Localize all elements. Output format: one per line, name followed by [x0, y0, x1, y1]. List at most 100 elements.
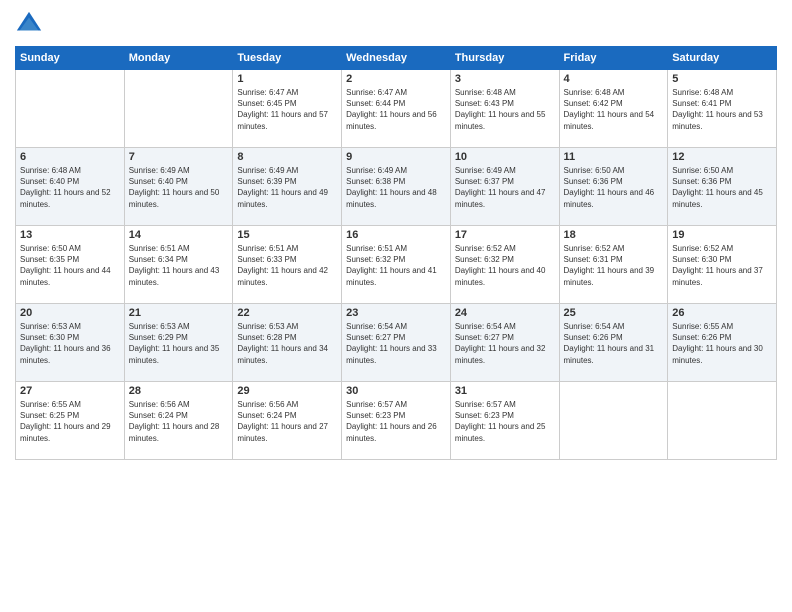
day-info: Sunrise: 6:49 AM Sunset: 6:40 PM Dayligh…: [129, 165, 229, 210]
calendar-cell: 14Sunrise: 6:51 AM Sunset: 6:34 PM Dayli…: [124, 226, 233, 304]
calendar-cell: 12 Sunrise: 6:50 AM Sunset: 6:36 PM Dayli…: [668, 148, 777, 226]
logo: [15, 10, 47, 38]
day-number: 25: [564, 307, 664, 319]
day-number: 4: [564, 73, 664, 85]
day-number: 20: [20, 307, 120, 319]
day-info: Sunrise: 6:53 AM Sunset: 6:30 PM Dayligh…: [20, 321, 120, 366]
weekday-header: Tuesday: [233, 47, 342, 70]
weekday-header-row: SundayMondayTuesdayWednesdayThursdayFrid…: [16, 47, 777, 70]
day-info: Sunrise: 6:55 AM Sunset: 6:25 PM Dayligh…: [20, 399, 120, 444]
day-info: Sunrise: 6:48 AM Sunset: 6:43 PM Dayligh…: [455, 87, 555, 132]
day-info: Sunrise: 6:48 AM Sunset: 6:42 PM Dayligh…: [564, 87, 664, 132]
calendar-week-row: 6Sunrise: 6:48 AM Sunset: 6:40 PM Daylig…: [16, 148, 777, 226]
day-number: 15: [237, 229, 337, 241]
calendar-cell: 27 Sunrise: 6:55 AM Sunset: 6:25 PM Dayli…: [16, 382, 125, 460]
calendar-cell: 16 Sunrise: 6:51 AM Sunset: 6:32 PM Dayli…: [342, 226, 451, 304]
day-number: 28: [129, 385, 229, 397]
day-number: 1: [237, 73, 337, 85]
day-info: Sunrise: 6:52 AM Sunset: 6:30 PM Dayligh…: [672, 243, 772, 288]
day-info: Sunrise: 6:47 AM Sunset: 6:44 PM Dayligh…: [346, 87, 446, 132]
calendar-cell: 22 Sunrise: 6:53 AM Sunset: 6:28 PM Dayli…: [233, 304, 342, 382]
calendar-cell: 5Sunrise: 6:48 AM Sunset: 6:41 PM Daylig…: [668, 70, 777, 148]
day-number: 19: [672, 229, 772, 241]
day-info: Sunrise: 6:57 AM Sunset: 6:23 PM Dayligh…: [346, 399, 446, 444]
day-info: Sunrise: 6:52 AM Sunset: 6:32 PM Dayligh…: [455, 243, 555, 288]
day-number: 26: [672, 307, 772, 319]
day-info: Sunrise: 6:56 AM Sunset: 6:24 PM Dayligh…: [237, 399, 337, 444]
day-info: Sunrise: 6:54 AM Sunset: 6:26 PM Dayligh…: [564, 321, 664, 366]
day-info: Sunrise: 6:52 AM Sunset: 6:31 PM Dayligh…: [564, 243, 664, 288]
day-info: Sunrise: 6:49 AM Sunset: 6:38 PM Dayligh…: [346, 165, 446, 210]
header: [15, 10, 777, 38]
calendar-cell: 20 Sunrise: 6:53 AM Sunset: 6:30 PM Dayli…: [16, 304, 125, 382]
day-number: 27: [20, 385, 120, 397]
day-number: 29: [237, 385, 337, 397]
calendar-week-row: 13Sunrise: 6:50 AM Sunset: 6:35 PM Dayli…: [16, 226, 777, 304]
calendar-cell: 19 Sunrise: 6:52 AM Sunset: 6:30 PM Dayli…: [668, 226, 777, 304]
calendar-cell: 29 Sunrise: 6:56 AM Sunset: 6:24 PM Dayli…: [233, 382, 342, 460]
calendar-cell: 13Sunrise: 6:50 AM Sunset: 6:35 PM Dayli…: [16, 226, 125, 304]
day-number: 11: [564, 151, 664, 163]
day-number: 24: [455, 307, 555, 319]
day-number: 10: [455, 151, 555, 163]
calendar-cell: 23Sunrise: 6:54 AM Sunset: 6:27 PM Dayli…: [342, 304, 451, 382]
calendar-cell: 15 Sunrise: 6:51 AM Sunset: 6:33 PM Dayli…: [233, 226, 342, 304]
day-number: 18: [564, 229, 664, 241]
day-info: Sunrise: 6:50 AM Sunset: 6:36 PM Dayligh…: [564, 165, 664, 210]
weekday-header: Sunday: [16, 47, 125, 70]
weekday-header: Thursday: [450, 47, 559, 70]
day-number: 6: [20, 151, 120, 163]
day-number: 12: [672, 151, 772, 163]
day-info: Sunrise: 6:47 AM Sunset: 6:45 PM Dayligh…: [237, 87, 337, 132]
day-number: 30: [346, 385, 446, 397]
calendar-cell: 3Sunrise: 6:48 AM Sunset: 6:43 PM Daylig…: [450, 70, 559, 148]
calendar-cell: 11 Sunrise: 6:50 AM Sunset: 6:36 PM Dayli…: [559, 148, 668, 226]
calendar-cell: 1 Sunrise: 6:47 AM Sunset: 6:45 PM Daylig…: [233, 70, 342, 148]
day-number: 16: [346, 229, 446, 241]
page: SundayMondayTuesdayWednesdayThursdayFrid…: [0, 0, 792, 612]
calendar-week-row: 20 Sunrise: 6:53 AM Sunset: 6:30 PM Dayli…: [16, 304, 777, 382]
day-number: 22: [237, 307, 337, 319]
calendar-cell: 8Sunrise: 6:49 AM Sunset: 6:39 PM Daylig…: [233, 148, 342, 226]
calendar-cell: 26 Sunrise: 6:55 AM Sunset: 6:26 PM Dayli…: [668, 304, 777, 382]
calendar-cell: 18 Sunrise: 6:52 AM Sunset: 6:31 PM Dayli…: [559, 226, 668, 304]
day-info: Sunrise: 6:48 AM Sunset: 6:41 PM Dayligh…: [672, 87, 772, 132]
day-info: Sunrise: 6:56 AM Sunset: 6:24 PM Dayligh…: [129, 399, 229, 444]
calendar-cell: 21Sunrise: 6:53 AM Sunset: 6:29 PM Dayli…: [124, 304, 233, 382]
calendar-cell: 24 Sunrise: 6:54 AM Sunset: 6:27 PM Dayli…: [450, 304, 559, 382]
day-info: Sunrise: 6:51 AM Sunset: 6:34 PM Dayligh…: [129, 243, 229, 288]
logo-icon: [15, 10, 43, 38]
day-info: Sunrise: 6:50 AM Sunset: 6:36 PM Dayligh…: [672, 165, 772, 210]
day-info: Sunrise: 6:54 AM Sunset: 6:27 PM Dayligh…: [346, 321, 446, 366]
weekday-header: Wednesday: [342, 47, 451, 70]
day-info: Sunrise: 6:55 AM Sunset: 6:26 PM Dayligh…: [672, 321, 772, 366]
calendar-cell: 4 Sunrise: 6:48 AM Sunset: 6:42 PM Daylig…: [559, 70, 668, 148]
calendar-cell: 6Sunrise: 6:48 AM Sunset: 6:40 PM Daylig…: [16, 148, 125, 226]
day-info: Sunrise: 6:53 AM Sunset: 6:28 PM Dayligh…: [237, 321, 337, 366]
day-number: 13: [20, 229, 120, 241]
calendar-cell: 2 Sunrise: 6:47 AM Sunset: 6:44 PM Daylig…: [342, 70, 451, 148]
calendar-cell: [124, 70, 233, 148]
calendar-cell: [668, 382, 777, 460]
calendar-cell: 9 Sunrise: 6:49 AM Sunset: 6:38 PM Daylig…: [342, 148, 451, 226]
day-info: Sunrise: 6:51 AM Sunset: 6:32 PM Dayligh…: [346, 243, 446, 288]
day-info: Sunrise: 6:54 AM Sunset: 6:27 PM Dayligh…: [455, 321, 555, 366]
calendar-cell: 7 Sunrise: 6:49 AM Sunset: 6:40 PM Daylig…: [124, 148, 233, 226]
day-number: 17: [455, 229, 555, 241]
day-number: 7: [129, 151, 229, 163]
day-info: Sunrise: 6:51 AM Sunset: 6:33 PM Dayligh…: [237, 243, 337, 288]
day-info: Sunrise: 6:57 AM Sunset: 6:23 PM Dayligh…: [455, 399, 555, 444]
calendar-cell: [559, 382, 668, 460]
day-number: 2: [346, 73, 446, 85]
weekday-header: Monday: [124, 47, 233, 70]
weekday-header: Saturday: [668, 47, 777, 70]
day-number: 21: [129, 307, 229, 319]
calendar-week-row: 1 Sunrise: 6:47 AM Sunset: 6:45 PM Daylig…: [16, 70, 777, 148]
weekday-header: Friday: [559, 47, 668, 70]
day-info: Sunrise: 6:49 AM Sunset: 6:37 PM Dayligh…: [455, 165, 555, 210]
day-number: 9: [346, 151, 446, 163]
calendar-cell: 28 Sunrise: 6:56 AM Sunset: 6:24 PM Dayli…: [124, 382, 233, 460]
calendar-cell: 25 Sunrise: 6:54 AM Sunset: 6:26 PM Dayli…: [559, 304, 668, 382]
calendar-cell: 10 Sunrise: 6:49 AM Sunset: 6:37 PM Dayli…: [450, 148, 559, 226]
day-number: 31: [455, 385, 555, 397]
